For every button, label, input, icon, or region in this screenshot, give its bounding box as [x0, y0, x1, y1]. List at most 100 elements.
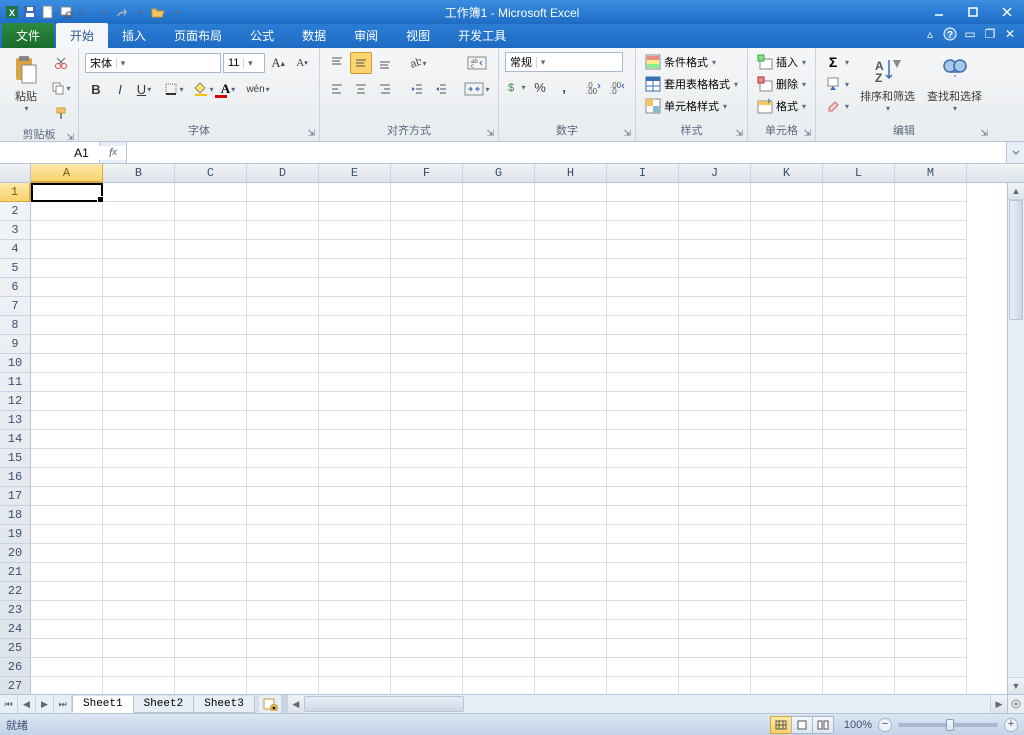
cell[interactable] [607, 259, 679, 278]
cell[interactable] [607, 335, 679, 354]
cell[interactable] [175, 449, 247, 468]
tab-page-layout[interactable]: 页面布局 [160, 23, 236, 48]
maximize-button[interactable] [956, 2, 990, 22]
cell[interactable] [31, 506, 103, 525]
tab-view[interactable]: 视图 [392, 23, 444, 48]
cell[interactable] [751, 202, 823, 221]
cell[interactable] [751, 183, 823, 202]
cell[interactable] [823, 430, 895, 449]
cell[interactable] [247, 525, 319, 544]
cell[interactable] [823, 639, 895, 658]
cell[interactable] [751, 449, 823, 468]
cell[interactable] [463, 373, 535, 392]
cell[interactable] [895, 544, 967, 563]
cell[interactable] [319, 582, 391, 601]
cell[interactable] [895, 506, 967, 525]
cell[interactable] [535, 506, 607, 525]
cell[interactable] [175, 506, 247, 525]
number-format-combo[interactable]: 常规▾ [505, 52, 623, 72]
cell[interactable] [823, 202, 895, 221]
cell[interactable] [751, 582, 823, 601]
zoom-in-button[interactable]: + [1004, 718, 1018, 732]
cell[interactable] [31, 525, 103, 544]
cell[interactable] [895, 639, 967, 658]
cell[interactable] [175, 183, 247, 202]
cell[interactable] [679, 582, 751, 601]
cell[interactable] [463, 335, 535, 354]
cell[interactable] [607, 354, 679, 373]
orientation-button[interactable]: ab▾ [406, 52, 428, 74]
cells-area[interactable] [31, 183, 1007, 694]
cell[interactable] [679, 658, 751, 677]
cell[interactable] [103, 430, 175, 449]
cell[interactable] [31, 335, 103, 354]
cell[interactable] [463, 316, 535, 335]
cell[interactable] [679, 601, 751, 620]
cell[interactable] [679, 449, 751, 468]
cell[interactable] [247, 468, 319, 487]
row-header[interactable]: 24 [0, 620, 31, 639]
cell[interactable] [535, 658, 607, 677]
fill-color-button[interactable]: ▾ [193, 78, 215, 100]
cell[interactable] [247, 563, 319, 582]
cell[interactable] [319, 563, 391, 582]
select-all-corner[interactable] [0, 164, 31, 183]
undo-icon[interactable] [76, 4, 92, 20]
cell[interactable] [895, 658, 967, 677]
cell[interactable] [247, 506, 319, 525]
cell[interactable] [175, 563, 247, 582]
row-header[interactable]: 16 [0, 468, 31, 487]
help-icon[interactable]: ? [942, 26, 958, 42]
mdi-restore-icon[interactable]: ❐ [982, 26, 998, 42]
cell[interactable] [823, 278, 895, 297]
cell[interactable] [895, 411, 967, 430]
cell[interactable] [895, 487, 967, 506]
cell[interactable] [391, 620, 463, 639]
cell[interactable] [103, 601, 175, 620]
cell[interactable] [175, 297, 247, 316]
cell[interactable] [535, 582, 607, 601]
cell[interactable] [751, 373, 823, 392]
row-header[interactable]: 23 [0, 601, 31, 620]
cell[interactable] [391, 563, 463, 582]
cell[interactable] [391, 373, 463, 392]
column-header[interactable]: A [31, 164, 103, 183]
page-layout-view-button[interactable] [791, 716, 813, 734]
cell[interactable] [319, 335, 391, 354]
row-header[interactable]: 13 [0, 411, 31, 430]
scroll-thumb[interactable] [1009, 200, 1023, 320]
row-header[interactable]: 20 [0, 544, 31, 563]
cell[interactable] [463, 354, 535, 373]
cell[interactable] [175, 354, 247, 373]
cell[interactable] [175, 278, 247, 297]
cell[interactable] [463, 297, 535, 316]
minimize-ribbon-icon[interactable]: ▵ [922, 26, 938, 42]
cell[interactable] [607, 658, 679, 677]
cell[interactable] [679, 544, 751, 563]
cell[interactable] [247, 240, 319, 259]
cell[interactable] [535, 354, 607, 373]
cell[interactable] [895, 601, 967, 620]
row-header[interactable]: 19 [0, 525, 31, 544]
cell[interactable] [535, 411, 607, 430]
cell[interactable] [607, 449, 679, 468]
mdi-close-icon[interactable]: ✕ [1002, 26, 1018, 42]
conditional-format-button[interactable]: 条件格式▾ [642, 52, 741, 72]
cell[interactable] [391, 449, 463, 468]
cell[interactable] [823, 221, 895, 240]
cell[interactable] [679, 430, 751, 449]
cell[interactable] [751, 677, 823, 694]
cell[interactable] [679, 221, 751, 240]
cell[interactable] [175, 316, 247, 335]
cell[interactable] [679, 259, 751, 278]
new-sheet-button[interactable]: ★ [259, 695, 281, 713]
cell[interactable] [175, 487, 247, 506]
cell[interactable] [463, 183, 535, 202]
cell[interactable] [607, 525, 679, 544]
cell[interactable] [319, 221, 391, 240]
cell[interactable] [391, 582, 463, 601]
cell[interactable] [319, 639, 391, 658]
row-header[interactable]: 18 [0, 506, 31, 525]
cell[interactable] [31, 316, 103, 335]
cell[interactable] [103, 620, 175, 639]
